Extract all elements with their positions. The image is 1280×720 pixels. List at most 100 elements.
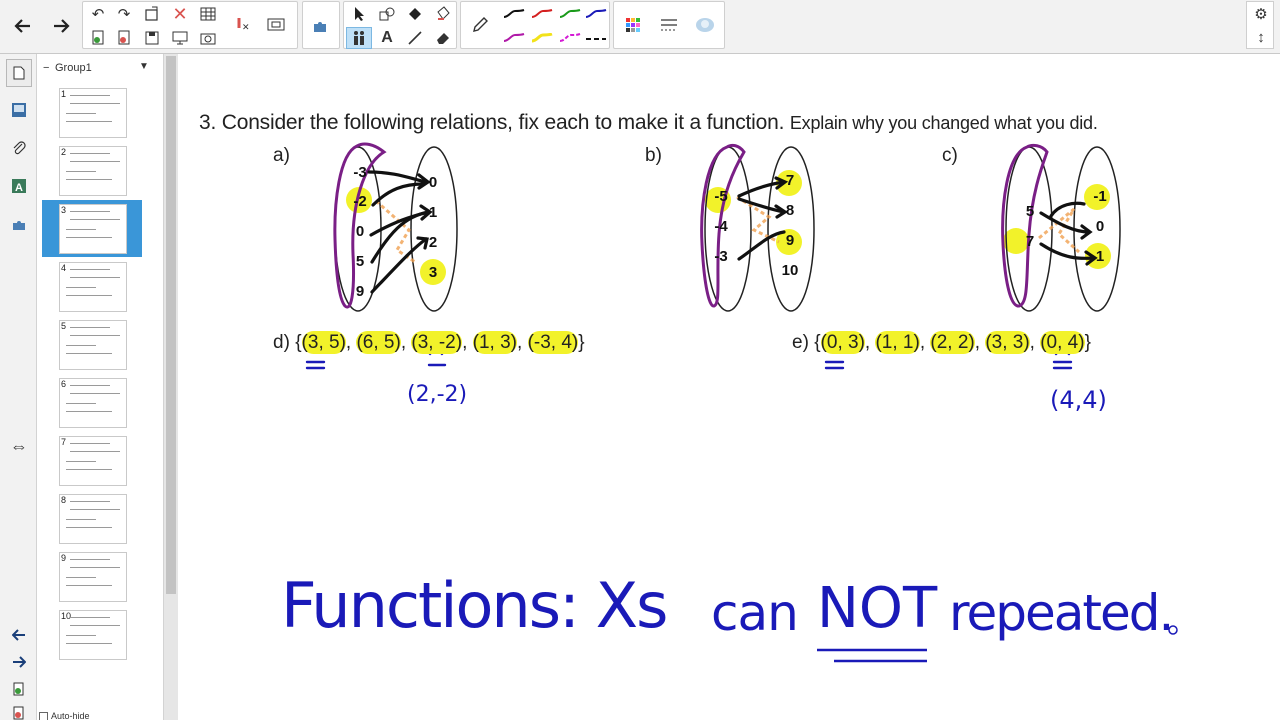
screen-shade-icon[interactable] xyxy=(167,27,193,49)
group-header[interactable]: − Group1 ▼ xyxy=(43,61,149,74)
addons-icon[interactable] xyxy=(6,210,32,238)
vertical-scrollbar[interactable] xyxy=(164,54,178,720)
redo-icon[interactable]: ↷ xyxy=(111,3,137,25)
color-palette-icon[interactable] xyxy=(616,2,650,48)
svg-text:✕: ✕ xyxy=(242,22,250,32)
gear-icon[interactable]: ⚙ xyxy=(1248,3,1274,25)
diagram-b-arrows xyxy=(737,176,789,261)
line-tool-icon[interactable] xyxy=(402,27,428,49)
previous-page-icon[interactable] xyxy=(6,621,32,649)
line-style-icon[interactable] xyxy=(652,2,686,48)
eraser-icon[interactable] xyxy=(430,27,456,49)
page-thumbnail-number: 9 xyxy=(61,553,67,563)
pen-purple-icon[interactable] xyxy=(501,27,527,49)
page-thumbnail-5[interactable]: 5 xyxy=(59,320,127,370)
set-d-correction: (2,-2) xyxy=(407,382,468,407)
autohide-label: Auto-hide xyxy=(51,711,90,720)
next-page-icon[interactable] xyxy=(6,648,32,676)
pen-dash-icon[interactable] xyxy=(583,27,609,49)
set-e-pair: (2, 2) xyxy=(930,331,975,354)
page-sorter-icon[interactable] xyxy=(6,59,32,87)
open-file-icon[interactable] xyxy=(139,3,165,25)
page-thumbnail-8[interactable]: 8 xyxy=(59,494,127,544)
thumbnail-content-line xyxy=(66,577,96,578)
table-icon[interactable] xyxy=(195,3,221,25)
diagram-c-range-value: -1 xyxy=(1093,188,1107,205)
puzzle-piece-icon[interactable] xyxy=(304,2,338,48)
text-tool-icon[interactable]: A xyxy=(374,27,400,49)
move-toolbar-icon[interactable]: ↕ xyxy=(1248,26,1274,48)
handwriting-part4: repeated. xyxy=(949,584,1174,642)
thumbnail-content-line xyxy=(70,219,120,220)
addons-group xyxy=(302,1,340,49)
thumbnail-content-line xyxy=(70,161,120,162)
properties-icon[interactable]: A xyxy=(6,172,32,200)
diagram-c-purple-loop xyxy=(1001,143,1049,308)
set-d: d) {(3, 5), (6, 5), (3, -2), (1, 3), (-3… xyxy=(273,331,585,354)
thumbnail-content-line xyxy=(66,345,96,346)
thumbnail-content-line xyxy=(66,469,112,470)
toolbar: ↶ ↷ ✕ ✕ A ⚙ ↕ xyxy=(0,0,1280,54)
diagram-b-range-value: 7 xyxy=(785,172,795,189)
page-thumbnail-4[interactable]: 4 xyxy=(59,262,127,312)
forward-icon[interactable] xyxy=(44,3,78,49)
thumbnail-content-line xyxy=(70,103,120,104)
group-name: Group1 xyxy=(55,62,92,74)
set-e-label: e) xyxy=(792,332,809,353)
resize-sidebar-icon[interactable]: ⇔ xyxy=(6,432,32,460)
thumbnail-content-line xyxy=(66,113,96,114)
autohide-toggle[interactable]: Auto-hide xyxy=(39,711,90,720)
pen-black-icon[interactable] xyxy=(501,3,527,25)
set-e-pair: (0, 3) xyxy=(820,331,865,354)
page-thumbnail-number: 2 xyxy=(61,147,67,157)
thumbnail-content-line xyxy=(70,327,110,328)
back-icon[interactable] xyxy=(6,3,40,49)
diagram-c-range-value: 1 xyxy=(1095,248,1105,265)
thumbnail-content-line xyxy=(66,121,112,122)
pen-icon[interactable] xyxy=(463,2,497,48)
page-thumbnail-1[interactable]: 1 xyxy=(59,88,127,138)
autohide-checkbox[interactable] xyxy=(39,711,48,720)
undo-icon[interactable]: ↶ xyxy=(85,3,111,25)
whiteboard-canvas[interactable]: 3. Consider the following relations, fix… xyxy=(179,54,1280,720)
handwriting-part2: can xyxy=(711,584,799,642)
thumbnail-content-line xyxy=(66,519,96,520)
attachments-icon[interactable] xyxy=(6,134,32,162)
fill-bucket-icon[interactable] xyxy=(430,3,456,25)
page-thumbnail-3[interactable]: 3 xyxy=(59,204,127,254)
page-thumbnail-number: 6 xyxy=(61,379,67,389)
highlighter-yellow-icon[interactable] xyxy=(529,27,555,49)
page-thumbnail-2[interactable]: 2 xyxy=(59,146,127,196)
thumbnail-content-line xyxy=(70,451,120,452)
edit-tools-group: ↶ ↷ ✕ ✕ xyxy=(82,1,298,49)
thumbnail-content-line xyxy=(70,559,110,560)
chevron-down-icon[interactable]: ▼ xyxy=(139,61,149,72)
thumbnail-content-line xyxy=(66,353,112,354)
gallery-icon[interactable] xyxy=(6,96,32,124)
add-page-icon[interactable] xyxy=(85,27,111,49)
diagram-a-domain-value: -2 xyxy=(353,193,367,210)
delete-icon[interactable]: ✕ xyxy=(167,3,193,25)
pen-magenta-dash-icon[interactable] xyxy=(557,27,583,49)
pen-red-icon[interactable] xyxy=(529,3,555,25)
pen-green-icon[interactable] xyxy=(557,3,583,25)
screen-display-icon[interactable] xyxy=(263,14,289,36)
fill-shape-icon[interactable] xyxy=(402,3,428,25)
shapes-icon[interactable] xyxy=(374,3,400,25)
page-thumbnail-7[interactable]: 7 xyxy=(59,436,127,486)
fill-effects-icon[interactable] xyxy=(688,2,722,48)
clear-ink-icon[interactable]: ✕ xyxy=(229,14,255,36)
save-icon[interactable] xyxy=(139,27,165,49)
scrollbar-thumb[interactable] xyxy=(166,56,176,594)
settings-panel: ⚙ ↕ xyxy=(1246,1,1274,49)
page-thumbnail-6[interactable]: 6 xyxy=(59,378,127,428)
people-icon[interactable] xyxy=(346,27,372,49)
pen-blue-icon[interactable] xyxy=(583,3,609,25)
page-thumbnail-10[interactable]: 10 xyxy=(59,610,127,660)
camera-icon[interactable] xyxy=(195,27,221,49)
delete-page-rail-icon[interactable] xyxy=(6,699,32,720)
page-thumbnail-9[interactable]: 9 xyxy=(59,552,127,602)
select-arrow-icon[interactable] xyxy=(346,3,372,25)
remove-page-icon[interactable] xyxy=(111,27,137,49)
diagram-a-range-value: 2 xyxy=(428,234,438,251)
